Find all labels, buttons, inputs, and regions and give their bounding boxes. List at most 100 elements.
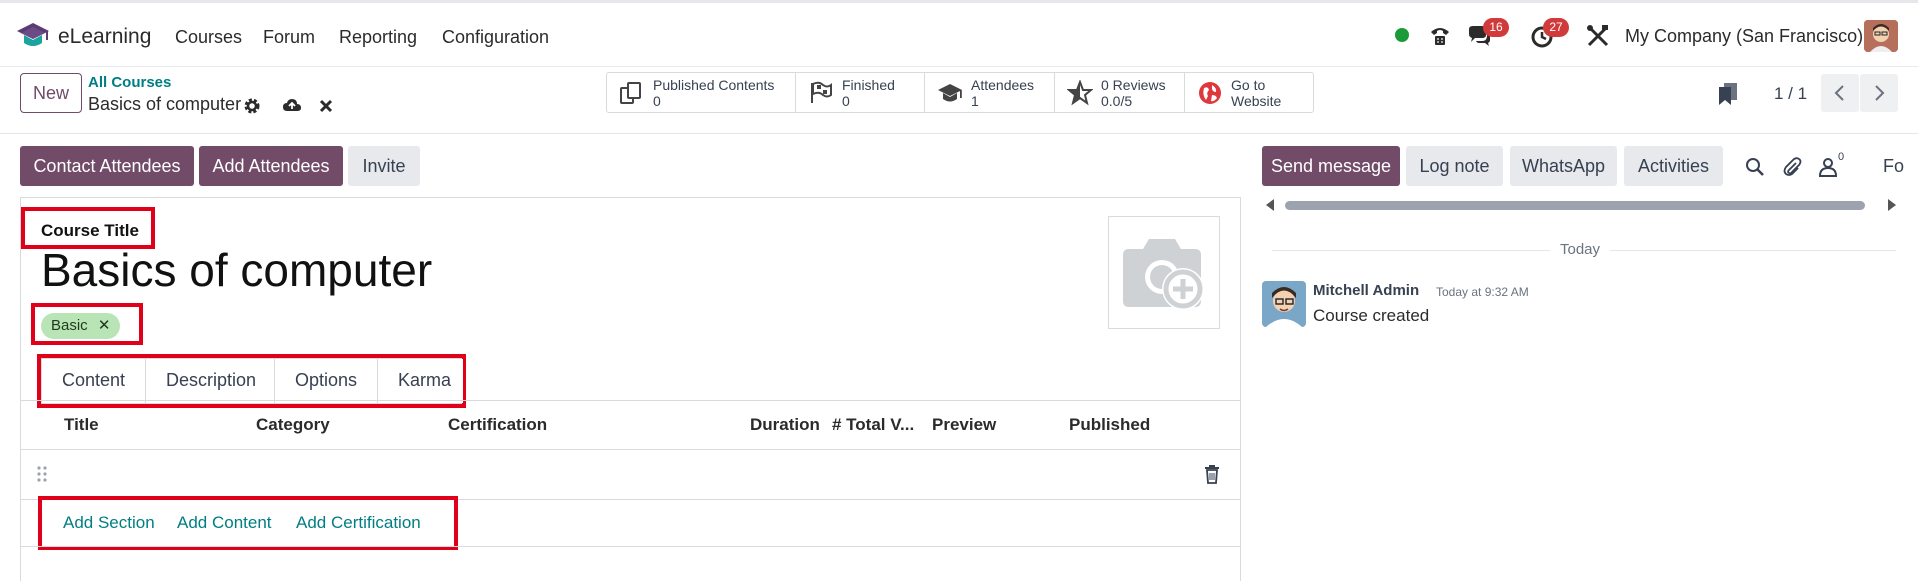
whatsapp-button[interactable]: WhatsApp [1510,146,1617,186]
followers-user-icon[interactable] [1817,156,1839,178]
column-preview[interactable]: Preview [932,415,996,435]
discard-close-icon[interactable] [316,96,336,116]
column-title[interactable]: Title [64,415,99,435]
graduation-cap-icon [938,83,962,101]
followers-count: 0 [1838,151,1845,163]
menu-configuration[interactable]: Configuration [442,27,549,48]
stat-label: Attendees [971,76,1035,93]
top-navbar: eLearning Courses Forum Reporting Config… [0,0,1918,67]
table-header-border [20,449,1241,450]
drag-handle-icon[interactable] [36,464,48,484]
smart-buttons: Published Contents 0 Finished 0 Attendees 1… [606,72,1314,113]
trash-icon[interactable] [1203,464,1221,484]
table-bottom-border [20,546,1241,547]
save-cloud-icon[interactable] [282,96,302,116]
chevron-right-icon [1875,85,1885,101]
stat-attendees[interactable]: Attendees 1 [925,73,1055,112]
tab-description[interactable]: Description [146,359,275,403]
user-avatar-icon [1864,20,1898,52]
menu-courses[interactable]: Courses [175,27,242,48]
date-separator: Today [1560,241,1601,258]
stat-value: Website [1231,92,1282,109]
stat-published-contents[interactable]: Published Contents 0 [607,73,796,112]
app-logo-icon[interactable] [16,21,50,51]
control-panel-divider [0,133,1918,134]
stat-value: 0.0/5 [1101,92,1133,109]
message-time: Today at 9:32 AM [1436,285,1529,299]
stat-label: Go to [1231,76,1266,93]
add-attendees-button[interactable]: Add Attendees [199,146,343,186]
contact-attendees-button[interactable]: Contact Attendees [20,146,194,186]
send-message-button[interactable]: Send message [1262,146,1400,186]
add-certification-link[interactable]: Add Certification [296,513,421,533]
debug-tools-icon[interactable] [1585,23,1611,49]
column-published[interactable]: Published [1069,415,1150,435]
scroll-left-icon [1266,199,1274,211]
course-image-upload[interactable] [1108,216,1220,329]
star-icon [1067,79,1093,105]
column-total-views[interactable]: # Total V... [832,415,914,435]
company-switcher[interactable]: My Company (San Francisco) [1625,26,1863,47]
pager-next-button[interactable] [1860,74,1898,112]
stat-label: 0 Reviews [1101,76,1166,93]
add-section-link[interactable]: Add Section [63,513,155,533]
documents-icon [620,81,641,104]
user-avatar[interactable] [1864,20,1898,52]
date-separator-line [1610,250,1896,251]
bookmark-icon[interactable] [1717,82,1739,106]
tag-basic[interactable]: Basic ✕ [41,313,121,339]
paperclip-icon[interactable] [1781,156,1803,178]
stat-value: 0 [653,92,661,109]
add-content-link[interactable]: Add Content [177,513,272,533]
message-author-avatar[interactable] [1262,281,1306,327]
column-duration[interactable]: Duration [750,415,820,435]
app-name[interactable]: eLearning [58,25,151,49]
breadcrumb-parent[interactable]: All Courses [88,74,171,91]
scroll-thumb [1285,201,1865,210]
tab-options[interactable]: Options [275,359,378,403]
stat-value: 0 [842,92,850,109]
chatter-scrollbar[interactable] [1265,198,1897,212]
scroll-right-icon [1888,199,1896,211]
stat-label: Published Contents [653,76,775,93]
course-title-input[interactable]: Basics of computer [41,243,432,297]
camera-plus-icon [1123,239,1204,310]
stat-label: Finished [842,76,895,93]
gear-icon[interactable] [242,96,262,116]
messages-badge: 16 [1483,18,1509,37]
globe-icon [1199,81,1221,104]
stat-reviews[interactable]: 0 Reviews 0.0/5 [1055,73,1185,112]
search-icon[interactable] [1744,156,1766,178]
activities-button[interactable]: Activities [1624,146,1723,186]
stat-finished[interactable]: Finished 0 [796,73,925,112]
date-separator-line [1272,250,1550,251]
breadcrumb-current: Basics of computer [88,94,242,114]
message-author[interactable]: Mitchell Admin [1313,282,1419,299]
column-category[interactable]: Category [256,415,330,435]
invite-button[interactable]: Invite [348,146,420,186]
pager-previous-button[interactable] [1821,74,1859,112]
flag-icon [811,81,832,103]
column-certification[interactable]: Certification [448,415,547,435]
course-title-label: Course Title [41,221,139,240]
phone-icon[interactable] [1427,23,1453,49]
remove-tag-icon[interactable]: ✕ [98,317,111,334]
activities-badge: 27 [1543,18,1569,37]
menu-forum[interactable]: Forum [263,27,315,48]
stat-go-to-website[interactable]: Go to Website [1185,73,1313,112]
avatar-icon [1262,281,1306,327]
tab-karma[interactable]: Karma [378,359,463,403]
new-button[interactable]: New [20,73,82,113]
tag-label: Basic [51,317,88,334]
follow-button[interactable]: Fo [1883,156,1918,177]
pager-value[interactable]: 1 / 1 [1774,84,1807,104]
table-top-border [20,400,1241,401]
tab-content[interactable]: Content [42,359,146,403]
message-body: Course created [1313,306,1430,325]
menu-reporting[interactable]: Reporting [339,27,417,48]
chevron-left-icon [1834,85,1844,101]
log-note-button[interactable]: Log note [1406,146,1503,186]
stat-value: 1 [971,92,979,109]
online-status-icon [1395,28,1409,42]
notebook-tabs: Content Description Options Karma [41,358,463,404]
